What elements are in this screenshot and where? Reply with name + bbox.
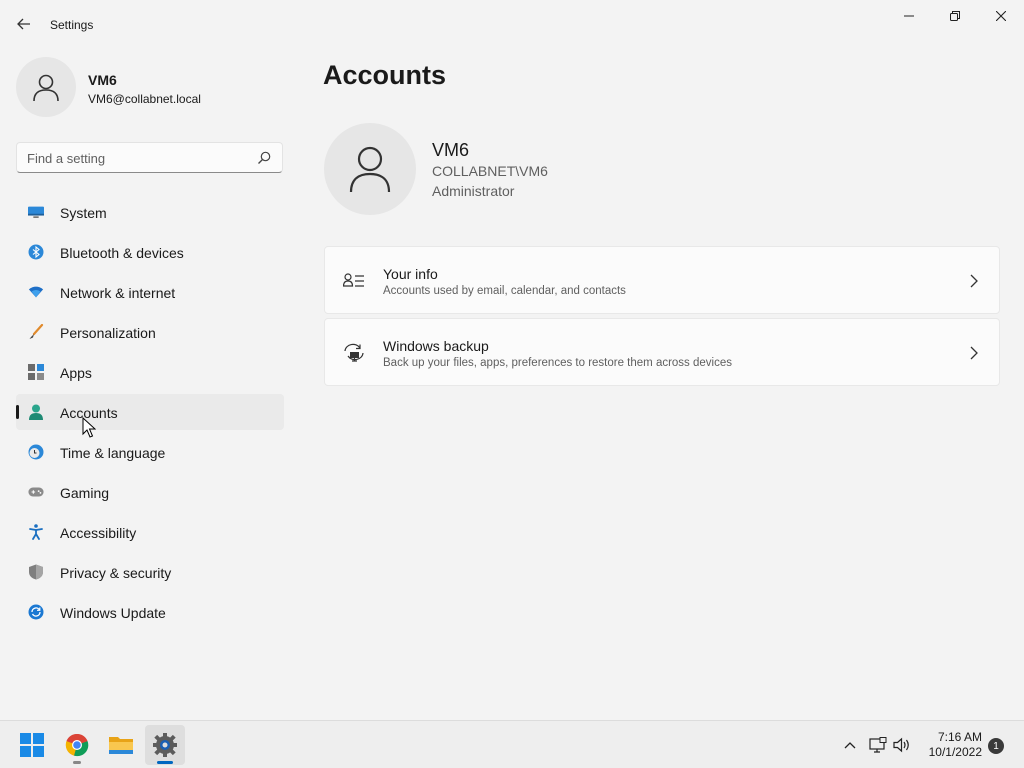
settings-gear-icon — [153, 733, 177, 757]
restore-button[interactable] — [932, 0, 978, 32]
show-hidden-icons-button[interactable] — [840, 735, 860, 755]
system-display-icon — [28, 204, 44, 220]
card-title: Windows backup — [383, 338, 489, 354]
person-avatar-icon — [349, 146, 391, 193]
network-tray-button[interactable] — [868, 735, 888, 755]
person-avatar-icon — [33, 74, 59, 102]
chevron-right-icon — [970, 274, 978, 288]
mouse-cursor-icon — [82, 417, 96, 438]
apps-icon — [28, 364, 44, 380]
avatar — [16, 57, 76, 117]
profile-email: VM6@collabnet.local — [88, 92, 201, 106]
sidebar-item-label: Windows Update — [60, 605, 166, 621]
search-box[interactable] — [16, 142, 283, 173]
gamepad-icon — [28, 484, 44, 500]
sidebar-item-windows-update[interactable]: Windows Update — [16, 594, 284, 630]
restore-icon — [950, 11, 960, 21]
taskbar-app-chrome[interactable] — [57, 725, 97, 765]
profile-name: VM6 — [88, 72, 117, 88]
your-info-card[interactable]: Your info Accounts used by email, calend… — [324, 246, 1000, 314]
search-icon[interactable] — [256, 150, 272, 166]
page-title: Accounts — [323, 60, 447, 90]
sidebar-item-bluetooth[interactable]: Bluetooth & devices — [16, 234, 284, 270]
app-title: Settings — [50, 18, 94, 32]
windows-backup-card[interactable]: Windows backup Back up your files, apps,… — [324, 318, 1000, 386]
sidebar-item-label: Network & internet — [60, 285, 176, 301]
backup-sync-icon — [344, 343, 364, 362]
chevron-up-icon — [844, 742, 856, 749]
volume-icon — [893, 737, 909, 753]
notification-badge[interactable]: 1 — [988, 738, 1004, 754]
account-role: Administrator — [432, 183, 515, 199]
taskbar-app-file-explorer[interactable] — [101, 725, 141, 765]
accessibility-icon — [28, 524, 44, 540]
sidebar-item-time-language[interactable]: Time & language — [16, 434, 284, 470]
account-name: VM6 — [432, 140, 470, 160]
update-icon — [28, 604, 44, 620]
folder-icon — [109, 737, 133, 754]
taskbar-clock[interactable]: 7:16 AM 10/1/2022 — [918, 730, 982, 760]
back-button[interactable] — [10, 12, 38, 36]
chrome-icon — [65, 733, 89, 757]
clock-time: 7:16 AM — [937, 730, 982, 744]
start-button[interactable] — [12, 725, 52, 765]
back-arrow-icon — [17, 18, 30, 30]
search-input[interactable] — [27, 149, 247, 167]
taskbar-app-settings[interactable] — [145, 725, 185, 765]
sidebar-item-label: Accessibility — [60, 525, 137, 541]
sidebar-item-system[interactable]: System — [16, 194, 284, 230]
close-icon — [996, 11, 1006, 21]
card-title: Your info — [383, 266, 438, 282]
card-subtitle: Back up your files, apps, preferences to… — [383, 357, 732, 369]
user-profile[interactable]: VM6 VM6@collabnet.local — [16, 57, 296, 117]
sidebar-item-label: Time & language — [60, 445, 166, 461]
active-indicator — [157, 761, 173, 764]
sidebar-item-label: Personalization — [60, 325, 156, 341]
brush-icon — [28, 324, 44, 340]
sidebar-item-privacy-security[interactable]: Privacy & security — [16, 554, 284, 590]
sidebar-item-accessibility[interactable]: Accessibility — [16, 514, 284, 550]
sidebar-item-apps[interactable]: Apps — [16, 354, 284, 390]
network-icon — [869, 737, 887, 753]
sidebar-item-accounts[interactable]: Accounts — [16, 394, 284, 430]
sidebar-item-label: Bluetooth & devices — [60, 245, 184, 261]
card-subtitle: Accounts used by email, calendar, and co… — [383, 285, 626, 297]
sidebar-item-label: Privacy & security — [60, 565, 172, 581]
minimize-icon — [904, 15, 914, 17]
bluetooth-icon — [28, 244, 44, 260]
taskbar: 7:16 AM 10/1/2022 1 — [0, 720, 1024, 768]
clock-date: 10/1/2022 — [928, 745, 982, 759]
sidebar-item-label: Gaming — [60, 485, 110, 501]
sidebar-item-label: System — [60, 205, 107, 221]
minimize-button[interactable] — [886, 0, 932, 32]
title-bar: Settings — [0, 0, 1024, 48]
sidebar-item-label: Apps — [60, 365, 92, 381]
sidebar-nav: System Bluetooth & devices Network & int… — [16, 194, 284, 634]
volume-tray-button[interactable] — [892, 735, 912, 755]
account-domain: COLLABNET\VM6 — [432, 163, 548, 179]
sidebar-item-network[interactable]: Network & internet — [16, 274, 284, 310]
close-button[interactable] — [978, 0, 1024, 32]
sidebar-item-gaming[interactable]: Gaming — [16, 474, 284, 510]
chevron-right-icon — [970, 346, 978, 360]
account-avatar — [324, 123, 416, 215]
clock-globe-icon — [28, 444, 44, 460]
contact-info-icon — [343, 273, 364, 287]
wifi-icon — [28, 284, 44, 300]
running-indicator — [73, 761, 81, 764]
person-icon — [28, 404, 44, 420]
sidebar-item-personalization[interactable]: Personalization — [16, 314, 284, 350]
windows-start-icon — [20, 733, 44, 757]
shield-icon — [28, 564, 44, 580]
